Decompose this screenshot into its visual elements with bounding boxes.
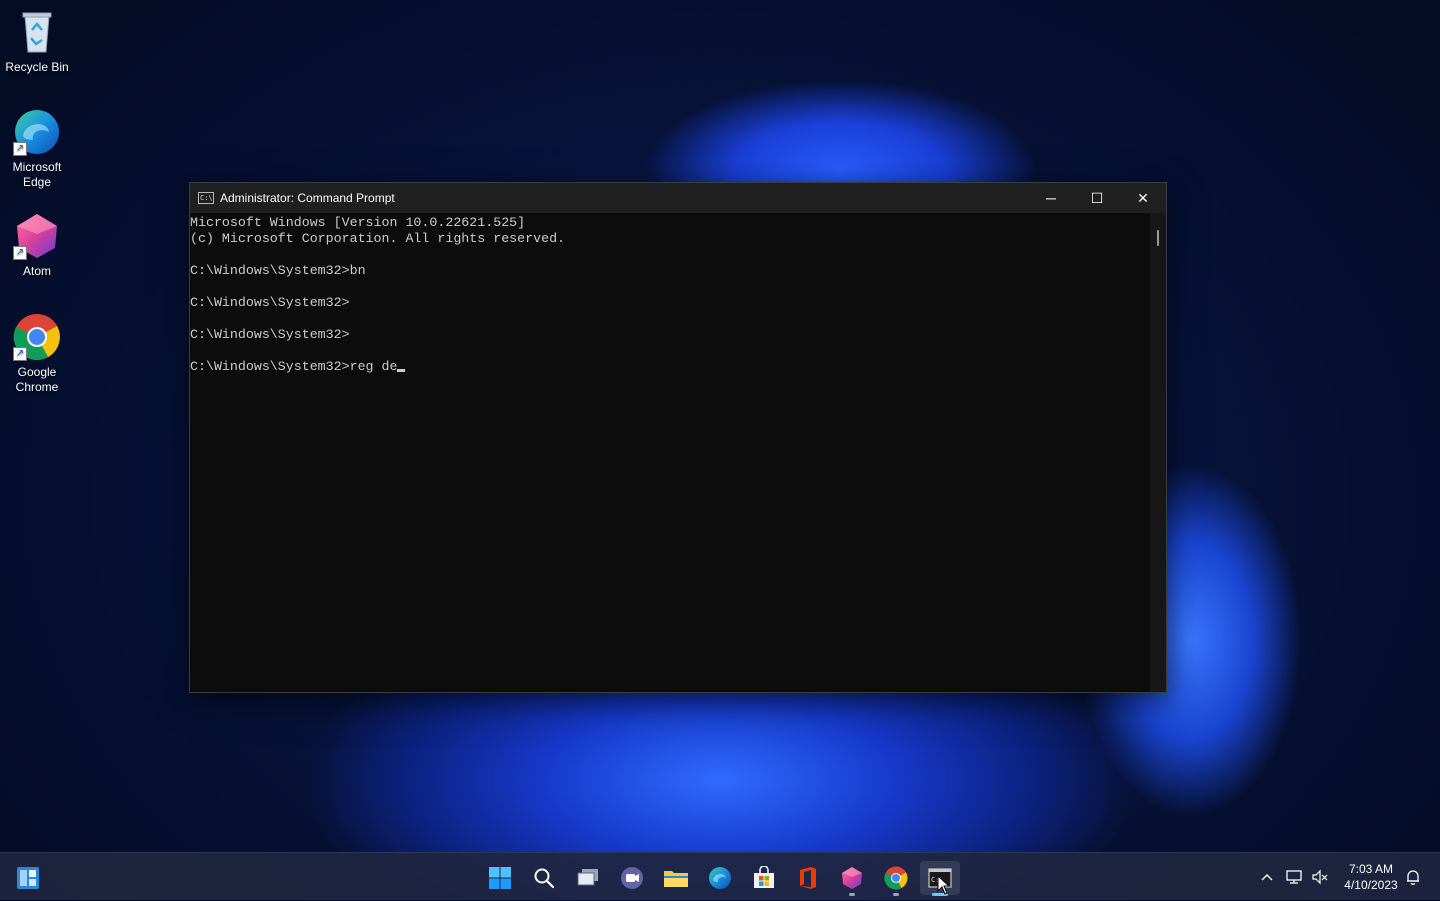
- edge-icon: [709, 867, 731, 889]
- windows-logo-icon: [489, 867, 511, 889]
- vertical-scrollbar[interactable]: [1150, 213, 1166, 692]
- close-button[interactable]: ✕: [1120, 183, 1166, 213]
- desktop-icon-label: Microsoft Edge: [12, 160, 62, 189]
- atom-icon: [842, 867, 862, 889]
- volume-muted-icon: [1312, 869, 1328, 885]
- console-output[interactable]: Microsoft Windows [Version 10.0.22621.52…: [190, 213, 1150, 692]
- desktop-icon-label: Google Chrome: [15, 365, 59, 394]
- window-title: Administrator: Command Prompt: [220, 191, 395, 205]
- notification-bell-icon: [1407, 870, 1419, 885]
- task-view-button[interactable]: [568, 861, 608, 895]
- network-button[interactable]: [1283, 853, 1305, 901]
- desktop-icon-google-chrome[interactable]: ↗ Google Chrome: [0, 313, 74, 395]
- console-input-line[interactable]: C:\Windows\System32>reg de: [190, 359, 1150, 375]
- chrome-icon: [884, 866, 908, 890]
- atom-button[interactable]: [832, 861, 872, 896]
- chrome-icon: ↗: [13, 313, 61, 361]
- console-line: C:\Windows\System32>: [190, 295, 350, 310]
- minimize-button[interactable]: ─: [1028, 183, 1074, 213]
- chevron-up-icon: [1261, 874, 1273, 881]
- shortcut-arrow-icon: ↗: [13, 246, 27, 260]
- task-view-icon: [577, 869, 598, 886]
- volume-button[interactable]: [1309, 853, 1331, 901]
- network-icon: [1286, 870, 1302, 884]
- running-indicator: [849, 893, 855, 896]
- desktop-icon-label: Recycle Bin: [5, 60, 69, 74]
- start-button[interactable]: [480, 861, 520, 895]
- scrollbar-thumb[interactable]: [1157, 230, 1159, 246]
- command-prompt-icon: C:\: [198, 192, 214, 204]
- recycle-bin-icon: [13, 8, 61, 56]
- atom-icon: ↗: [13, 212, 61, 260]
- window-titlebar[interactable]: C:\ Administrator: Command Prompt ─ ☐ ✕: [190, 183, 1166, 213]
- office-button[interactable]: [788, 861, 828, 895]
- clock-date: 4/10/2023: [1344, 878, 1398, 892]
- search-icon: [534, 868, 555, 889]
- text-cursor: [397, 369, 406, 372]
- running-indicator: [893, 893, 899, 896]
- widgets-icon: [17, 867, 39, 889]
- shortcut-arrow-icon: ↗: [13, 142, 27, 156]
- desktop-icon-atom[interactable]: ↗ Atom: [0, 212, 74, 279]
- console-line: C:\Windows\System32>reg de: [190, 359, 398, 374]
- terminal-button[interactable]: C:\: [920, 861, 960, 896]
- office-icon: [800, 867, 816, 889]
- maximize-button[interactable]: ☐: [1074, 183, 1120, 213]
- mouse-pointer-icon: [937, 875, 951, 895]
- show-hidden-icons-button[interactable]: [1256, 853, 1278, 901]
- store-button[interactable]: [744, 861, 784, 895]
- shortcut-arrow-icon: ↗: [13, 347, 27, 361]
- taskbar-clock[interactable]: 7:03 AM 4/10/2023: [1336, 861, 1406, 893]
- console-line: C:\Windows\System32>bn: [190, 263, 366, 278]
- console-line: (c) Microsoft Corporation. All rights re…: [190, 231, 566, 246]
- file-explorer-button[interactable]: [656, 861, 696, 895]
- teams-chat-icon: [621, 867, 643, 889]
- folder-icon: [664, 871, 688, 887]
- desktop-icon-recycle-bin[interactable]: Recycle Bin: [0, 8, 74, 75]
- notifications-button[interactable]: [1402, 853, 1424, 901]
- edge-icon: ↗: [13, 108, 61, 156]
- widgets-button[interactable]: [8, 861, 48, 895]
- chat-button[interactable]: [612, 861, 652, 895]
- command-prompt-window[interactable]: C:\ Administrator: Command Prompt ─ ☐ ✕ …: [189, 182, 1167, 693]
- desktop-icon-microsoft-edge[interactable]: ↗ Microsoft Edge: [0, 108, 74, 190]
- search-button[interactable]: [524, 861, 564, 895]
- store-icon: [754, 866, 774, 888]
- desktop-icon-label: Atom: [22, 264, 51, 278]
- console-line: Microsoft Windows [Version 10.0.22621.52…: [190, 215, 526, 230]
- chrome-button[interactable]: [876, 861, 916, 896]
- edge-button[interactable]: [700, 861, 740, 895]
- console-line: C:\Windows\System32>: [190, 327, 350, 342]
- clock-time: 7:03 AM: [1348, 862, 1394, 876]
- taskbar: C:\ 7:03 AM 4/10/2023: [0, 852, 1440, 900]
